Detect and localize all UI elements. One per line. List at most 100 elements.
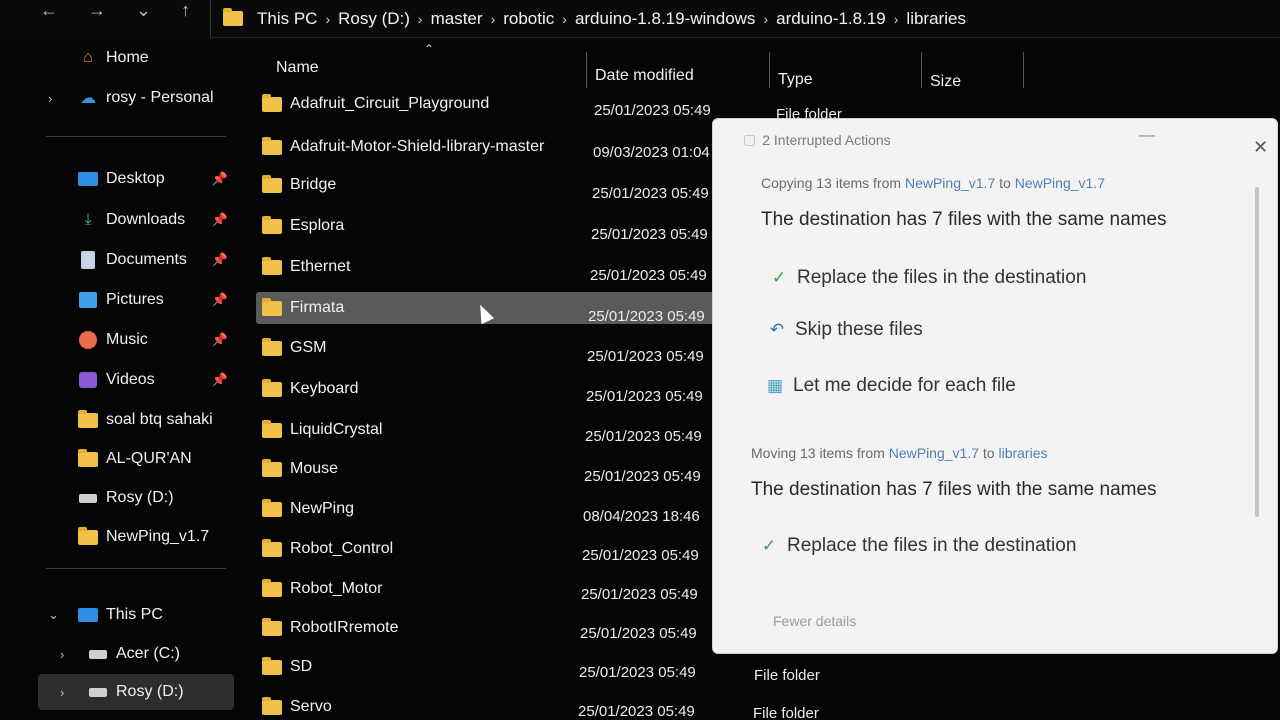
breadcrumb-separator-icon[interactable]: › — [763, 11, 768, 27]
sidebar-item-desktop[interactable]: Desktop 📌 — [38, 161, 234, 197]
folder-icon — [262, 93, 282, 112]
sidebar-item-this-pc[interactable]: ⌄ This PC — [38, 597, 234, 633]
cloud-icon: ☁ — [80, 90, 96, 107]
navigation-pane: ⌂ Home › ☁ rosy - Personal Desktop 📌 ⤓ D… — [38, 40, 236, 720]
decide-each-file-option[interactable]: ▦ Let me decide for each file — [765, 375, 1016, 397]
column-header-size[interactable]: Size — [930, 62, 961, 102]
sidebar-item-drive[interactable]: Rosy (D:) — [38, 480, 234, 516]
pin-icon[interactable]: 📌 — [212, 332, 228, 348]
copy-icon: ▢ — [743, 131, 757, 147]
sidebar-item-folder[interactable]: soal btq sahaki — [38, 402, 234, 438]
sidebar-item-onedrive[interactable]: › ☁ rosy - Personal — [38, 80, 234, 116]
skip-files-option[interactable]: ↶ Skip these files — [767, 319, 923, 341]
file-name: Robot_Control — [290, 540, 394, 557]
sidebar-item-music[interactable]: Music 📌 — [38, 322, 234, 358]
file-name: Robot_Motor — [290, 580, 383, 597]
breadcrumb-arduino[interactable]: arduino-1.8.19 — [776, 9, 886, 29]
back-icon[interactable]: ← — [40, 0, 58, 21]
file-name: Adafruit-Motor-Shield-library-master — [290, 138, 545, 155]
sidebar-item-label: Rosy (D:) — [106, 489, 174, 506]
date-modified: 08/04/2023 18:46 — [583, 508, 700, 525]
recent-dropdown-icon[interactable]: ⌄ — [136, 0, 151, 21]
pin-icon[interactable]: 📌 — [212, 292, 228, 308]
column-header-name[interactable]: Name — [276, 48, 319, 88]
sidebar-item-label: Desktop — [106, 170, 165, 187]
column-divider[interactable] — [1023, 52, 1024, 88]
date-modified: 25/01/2023 05:49 — [590, 267, 707, 284]
dialog-title-bar: ▢ 2 Interrupted Actions — [743, 131, 891, 148]
file-name: Mouse — [290, 460, 339, 477]
date-modified: 25/01/2023 05:49 — [587, 348, 704, 365]
date-modified: 25/01/2023 05:49 — [585, 428, 702, 445]
folder-icon — [76, 409, 100, 430]
sidebar-item-drive-d[interactable]: › Rosy (D:) — [38, 674, 234, 710]
chevron-down-icon[interactable]: ⌄ — [48, 607, 59, 623]
date-modified: 25/01/2023 05:49 — [581, 586, 698, 603]
pin-icon[interactable]: 📌 — [212, 372, 228, 388]
interrupted-actions-dialog: ▢ 2 Interrupted Actions — ✕ Copying 13 i… — [712, 118, 1278, 654]
up-icon[interactable]: ↑ — [181, 0, 190, 21]
copy-conflict-heading: The destination has 7 files with the sam… — [761, 209, 1167, 230]
breadcrumb-this-pc[interactable]: This PC — [257, 9, 317, 29]
option-label: Let me decide for each file — [793, 375, 1016, 396]
breadcrumb-separator-icon[interactable]: › — [491, 11, 496, 27]
file-name: LiquidCrystal — [290, 421, 383, 438]
replace-files-option[interactable]: ✓ Replace the files in the destination — [759, 535, 1077, 557]
date-modified: 25/01/2023 05:49 — [579, 664, 696, 681]
breadcrumb-master[interactable]: master — [431, 9, 483, 29]
download-icon: ⤓ — [84, 211, 92, 228]
sidebar-item-folder[interactable]: AL-QUR'AN — [38, 441, 234, 477]
move-destination-link[interactable]: libraries — [998, 445, 1047, 461]
date-modified: 25/01/2023 05:49 — [580, 625, 697, 642]
column-divider[interactable] — [769, 52, 770, 88]
replace-files-option[interactable]: ✓ Replace the files in the destination — [769, 267, 1087, 289]
sidebar-item-label: Music — [106, 331, 148, 348]
folder-icon — [262, 458, 282, 477]
pin-icon[interactable]: 📌 — [212, 252, 228, 268]
move-source-link[interactable]: NewPing_v1.7 — [889, 445, 979, 461]
chevron-right-icon[interactable]: › — [60, 647, 64, 662]
breadcrumb-libraries[interactable]: libraries — [906, 9, 966, 29]
chevron-right-icon[interactable]: › — [48, 91, 52, 106]
sidebar-item-label: soal btq sahaki — [106, 411, 213, 428]
home-icon: ⌂ — [83, 49, 93, 66]
pin-icon[interactable]: 📌 — [212, 171, 228, 187]
forward-icon[interactable]: → — [88, 0, 106, 21]
breadcrumb-separator-icon[interactable]: › — [562, 11, 567, 27]
sidebar-item-home[interactable]: ⌂ Home — [38, 40, 234, 76]
pin-icon[interactable]: 📌 — [212, 212, 228, 228]
sidebar-item-drive-c[interactable]: › Acer (C:) — [38, 636, 234, 672]
breadcrumb-arduino-windows[interactable]: arduino-1.8.19-windows — [575, 9, 756, 29]
sidebar-item-videos[interactable]: Videos 📌 — [38, 362, 234, 398]
breadcrumb-separator-icon[interactable]: › — [894, 11, 899, 27]
breadcrumb-rosy[interactable]: Rosy (D:) — [338, 9, 410, 29]
minimize-icon[interactable]: — — [1139, 127, 1155, 145]
column-divider[interactable] — [921, 52, 922, 88]
address-bar[interactable]: This PC › Rosy (D:) › master › robotic ›… — [210, 0, 1280, 38]
drive-icon — [86, 644, 110, 664]
folder-icon — [223, 8, 243, 26]
breadcrumb-separator-icon[interactable]: › — [325, 11, 330, 27]
breadcrumb-robotic[interactable]: robotic — [503, 9, 554, 29]
dialog-scrollbar[interactable] — [1255, 187, 1259, 517]
breadcrumb-separator-icon[interactable]: › — [418, 11, 423, 27]
sidebar-item-documents[interactable]: Documents 📌 — [38, 242, 234, 278]
column-header-type[interactable]: Type — [778, 60, 813, 100]
move-prefix: Moving 13 items from — [751, 445, 885, 461]
sidebar-item-label: Pictures — [106, 291, 164, 308]
close-icon[interactable]: ✕ — [1253, 137, 1268, 158]
fewer-details-button[interactable]: Fewer details — [773, 613, 856, 629]
sidebar-item-label: Home — [106, 49, 149, 66]
sidebar-item-downloads[interactable]: ⤓ Downloads 📌 — [38, 202, 234, 238]
chevron-right-icon[interactable]: › — [60, 685, 64, 700]
copy-source-link[interactable]: NewPing_v1.7 — [905, 175, 995, 191]
sidebar-item-pictures[interactable]: Pictures 📌 — [38, 282, 234, 318]
folder-icon — [262, 617, 282, 636]
drive-icon — [86, 682, 110, 702]
column-divider[interactable] — [586, 52, 587, 88]
folder-icon — [262, 538, 282, 557]
copy-destination-link[interactable]: NewPing_v1.7 — [1015, 175, 1105, 191]
sidebar-item-label: This PC — [106, 606, 163, 623]
sidebar-item-folder[interactable]: NewPing_v1.7 — [38, 519, 234, 555]
checkmark-icon: ✓ — [771, 268, 787, 287]
